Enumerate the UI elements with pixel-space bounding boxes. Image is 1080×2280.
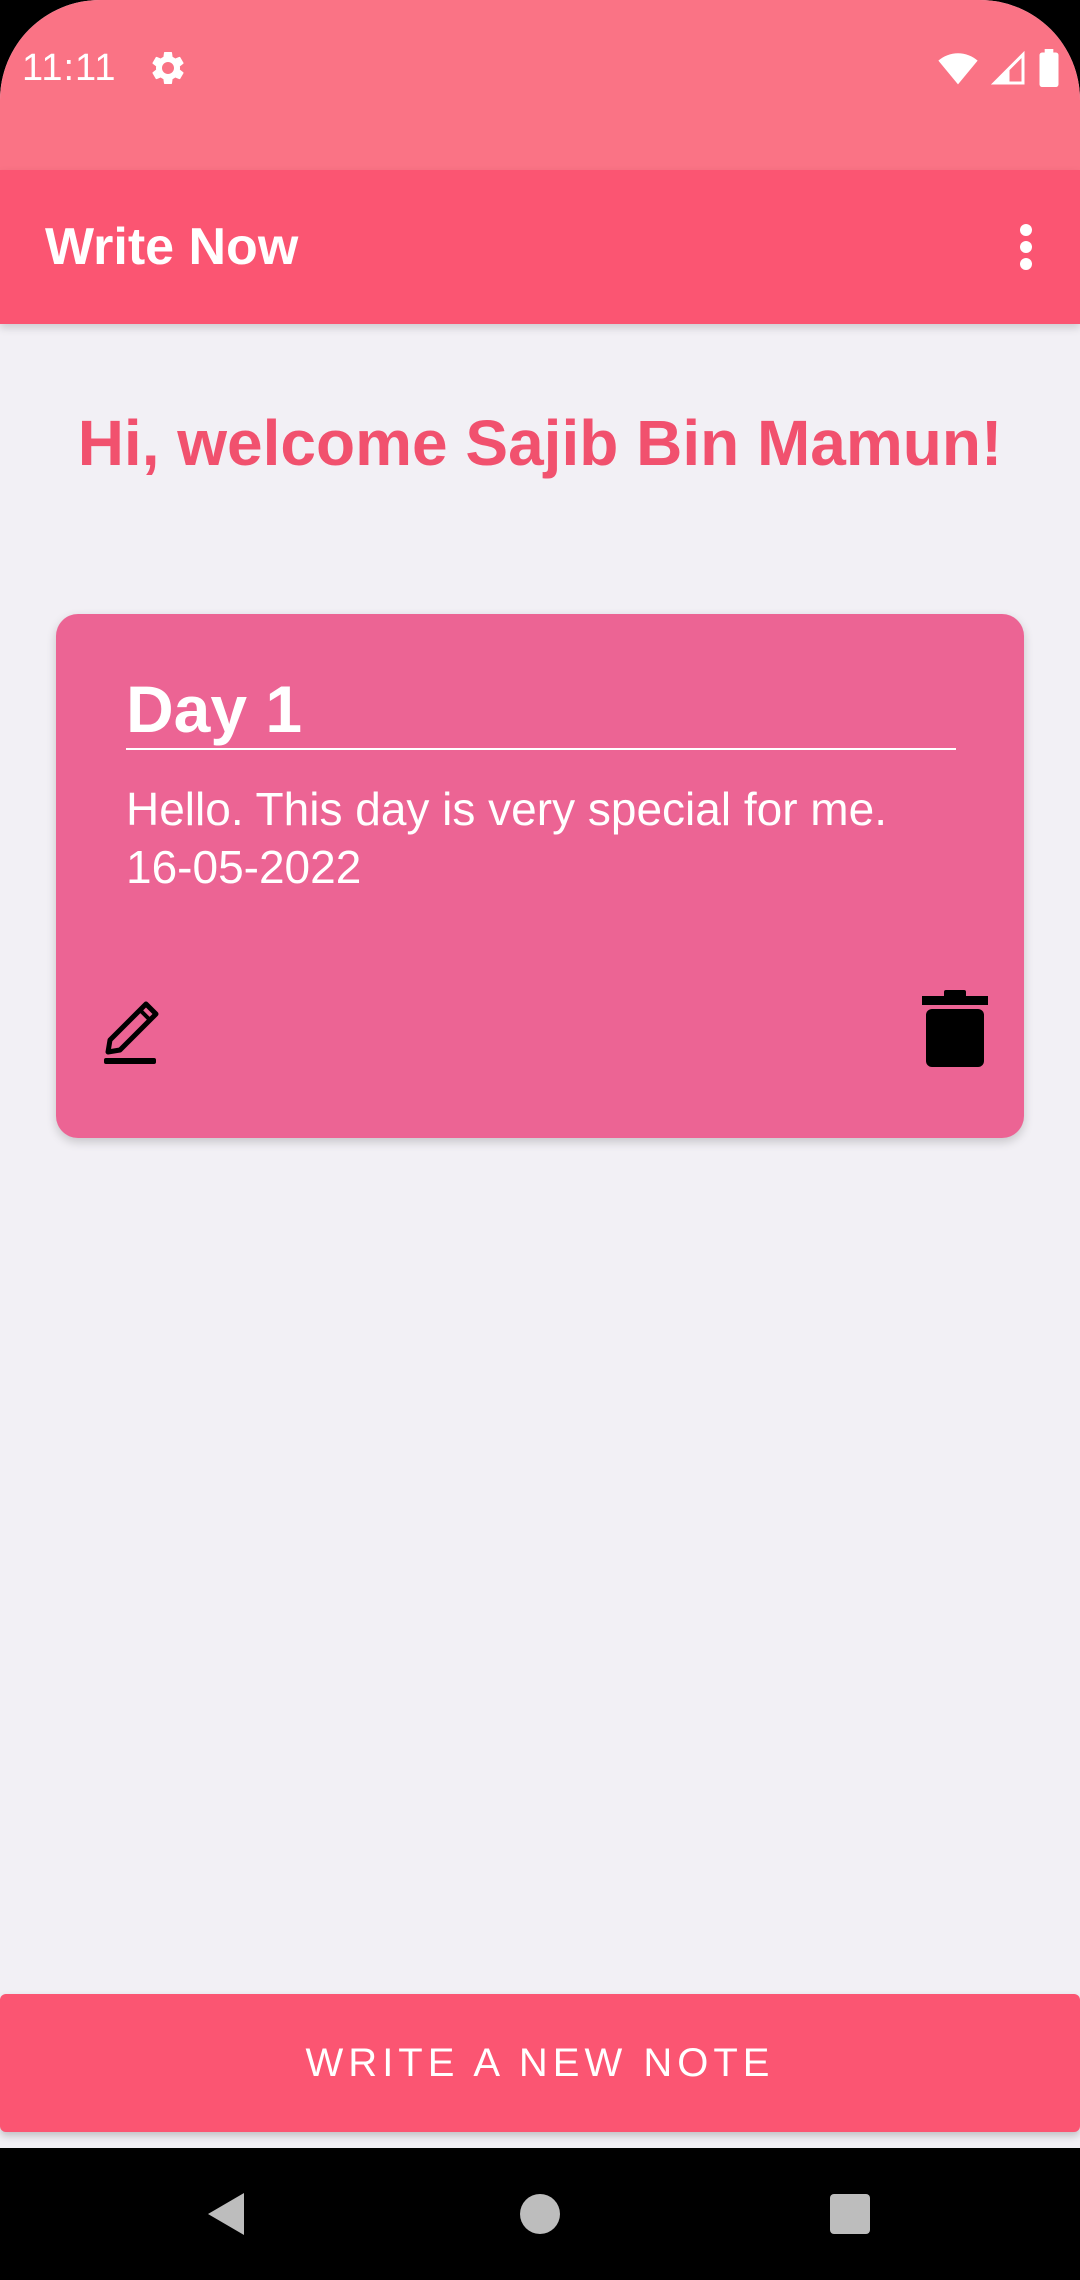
overflow-menu-button[interactable] bbox=[994, 215, 1058, 279]
welcome-heading: Hi, welcome Sajib Bin Mamun! bbox=[77, 407, 1003, 479]
status-icons bbox=[938, 46, 1060, 90]
wifi-icon bbox=[938, 53, 978, 85]
delete-note-button[interactable] bbox=[920, 984, 990, 1074]
note-body: Hello. This day is very special for me. … bbox=[126, 783, 887, 893]
nav-home-button[interactable] bbox=[500, 2174, 580, 2254]
battery-icon bbox=[1039, 49, 1059, 87]
app-title: Write Now bbox=[45, 218, 299, 276]
more-vert-icon bbox=[1020, 224, 1032, 270]
home-icon bbox=[520, 2194, 560, 2234]
app-screen: 11:11 Write Now Hi, welcome Sajib Bin Ma… bbox=[0, 0, 1080, 2148]
write-new-note-button[interactable]: WRITE A NEW NOTE bbox=[0, 1994, 1080, 2132]
note-divider bbox=[126, 748, 956, 750]
note-card[interactable]: Day 1 Hello. This day is very special fo… bbox=[56, 614, 1024, 1138]
note-title: Day 1 bbox=[126, 672, 303, 746]
nav-recents-button[interactable] bbox=[810, 2174, 890, 2254]
trash-icon bbox=[922, 990, 988, 1067]
back-icon bbox=[208, 2193, 244, 2235]
nav-back-button[interactable] bbox=[186, 2174, 266, 2254]
status-time: 11:11 bbox=[22, 47, 117, 89]
system-nav-bar bbox=[0, 2148, 1080, 2280]
cell-signal-icon bbox=[990, 50, 1025, 85]
recents-icon bbox=[830, 2194, 870, 2234]
edit-pencil-icon bbox=[104, 1001, 159, 1064]
status-bar: 11:11 bbox=[0, 0, 1080, 170]
edit-note-button[interactable] bbox=[94, 984, 174, 1074]
app-bar: Write Now bbox=[0, 170, 1080, 324]
device-frame: 11:11 Write Now Hi, welcome Sajib Bin Ma… bbox=[0, 0, 1080, 2280]
settings-gear-icon bbox=[152, 51, 184, 84]
